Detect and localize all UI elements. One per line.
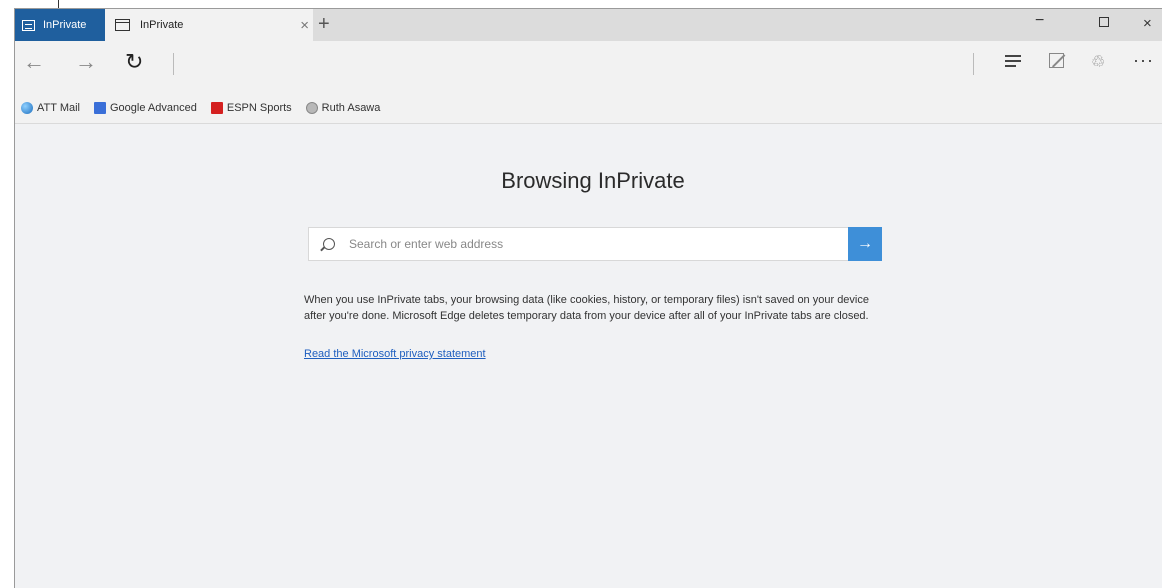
title-bar: InPrivate InPrivate × + − ×	[15, 9, 1162, 41]
espn-icon	[210, 102, 223, 114]
nav-divider	[173, 53, 174, 75]
tab-title: InPrivate	[140, 19, 184, 31]
back-button[interactable]: ←	[23, 50, 45, 74]
google-icon	[94, 102, 106, 114]
tab-page-icon	[115, 19, 130, 31]
hub-icon[interactable]	[1005, 55, 1021, 70]
web-note-icon[interactable]	[1049, 53, 1064, 68]
inprivate-badge-label: InPrivate	[43, 19, 87, 31]
favorite-google-advanced[interactable]: Google Advanced	[94, 102, 197, 114]
inprivate-icon	[22, 19, 35, 31]
more-actions-button[interactable]: ···	[1133, 50, 1154, 71]
favorites-bar: ATT Mail Google Advanced ESPN Sports Rut…	[15, 95, 1162, 121]
favorite-espn-sports[interactable]: ESPN Sports	[210, 102, 292, 114]
minimize-button[interactable]: −	[1035, 12, 1044, 30]
forward-button[interactable]: →	[75, 50, 97, 74]
favorite-label: Google Advanced	[110, 102, 197, 114]
globe-icon	[21, 102, 33, 114]
favorite-att-mail[interactable]: ATT Mail	[21, 102, 80, 114]
page-title: Browsing InPrivate	[501, 168, 685, 193]
favorite-ruth-asawa[interactable]: Ruth Asawa	[305, 102, 381, 114]
close-window-button[interactable]: ×	[1143, 15, 1152, 32]
favorite-label: ESPN Sports	[226, 102, 292, 114]
inprivate-page: Browsing InPrivate → When you use InPriv…	[15, 124, 1162, 588]
tab-inprivate[interactable]: InPrivate ×	[105, 9, 313, 41]
nav-divider	[973, 53, 974, 75]
refresh-button[interactable]: ↻	[125, 50, 143, 74]
tab-close-icon[interactable]: ×	[300, 17, 309, 34]
maximize-button[interactable]	[1099, 17, 1109, 27]
favorite-label: Ruth Asawa	[321, 102, 381, 114]
search-box	[308, 227, 850, 261]
share-icon[interactable]: ♲	[1091, 52, 1105, 72]
browser-window: InPrivate InPrivate × + − × ← → ↻ ♲ ··· …	[14, 8, 1162, 588]
inprivate-info-text: When you use InPrivate tabs, your browsi…	[304, 294, 869, 322]
favorite-label: ATT Mail	[37, 102, 80, 114]
go-button[interactable]: →	[848, 227, 882, 261]
new-tab-button[interactable]: +	[318, 13, 330, 35]
search-input[interactable]	[349, 237, 849, 251]
inprivate-badge: InPrivate	[15, 9, 105, 41]
search-icon	[323, 238, 335, 250]
ruth-icon	[305, 102, 318, 114]
navigation-bar: ← → ↻ ♲ ···	[15, 41, 1162, 85]
privacy-statement-link[interactable]: Read the Microsoft privacy statement	[304, 348, 486, 360]
